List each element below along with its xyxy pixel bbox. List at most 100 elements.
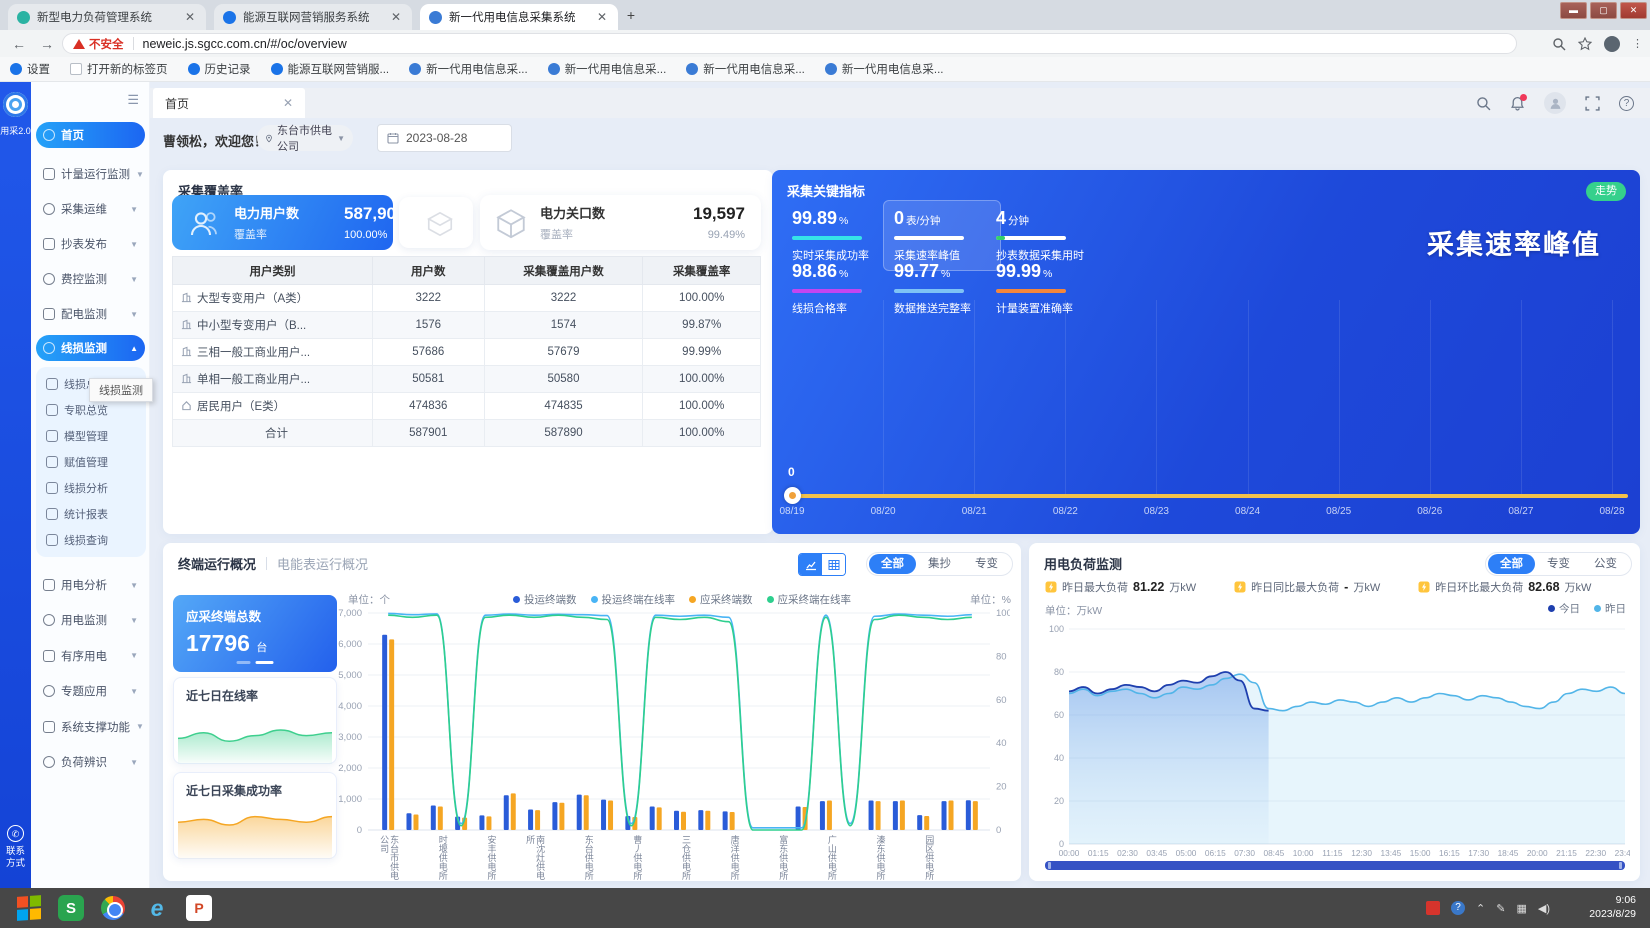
browser-tab-1[interactable]: 能源互联网营销服务系统✕ [214, 4, 412, 30]
trend-button[interactable]: 走势 [1586, 182, 1626, 201]
app-logo-icon[interactable] [3, 92, 28, 117]
table-row: 大型专变用户（A类）32223222100.00% [173, 285, 761, 312]
carousel-dots[interactable] [237, 661, 274, 664]
back-icon[interactable]: ← [10, 35, 28, 53]
table-view-button[interactable] [822, 554, 845, 575]
user-avatar[interactable] [1544, 92, 1566, 114]
metric-value: 4分钟 [996, 208, 1092, 229]
ie-icon[interactable]: e [142, 893, 172, 923]
url-input[interactable]: 不安全 neweic.js.sgcc.com.cn/#/oc/overview [62, 33, 1517, 54]
sidebar-subitem-线损查询[interactable]: 线损查询 [46, 529, 141, 551]
bookmark-item-4[interactable]: 新一代用电信息采... [409, 61, 528, 77]
page-tab-close-icon[interactable]: ✕ [283, 96, 293, 110]
wps-icon[interactable]: S [58, 895, 84, 921]
close-button[interactable]: ✕ [1620, 2, 1647, 19]
timeline-marker[interactable] [784, 487, 801, 504]
org-selector[interactable]: 东台市供电公司 ▼ [257, 125, 353, 151]
success-rate-card[interactable]: 近七日采集成功率 [173, 772, 337, 859]
sidebar-subitem-统计报表[interactable]: 统计报表 [46, 503, 141, 525]
legend-投运终端数[interactable]: 投运终端数 [513, 592, 577, 607]
power-users-card[interactable]: 电力用户数 覆盖率 587,901 100.00% [172, 195, 393, 250]
page-tab-home[interactable]: 首页 ✕ [153, 88, 305, 118]
timeline-date-label: 08/28 [1599, 506, 1624, 517]
terminal-filter-专变[interactable]: 专变 [963, 554, 1010, 574]
bookmark-item-1[interactable]: 打开新的标签页 [70, 61, 168, 77]
tab-meter-overview[interactable]: 电能表运行概况 [277, 554, 368, 573]
tray-volume-icon[interactable]: ◀) [1538, 902, 1550, 915]
ppt-icon[interactable]: P [186, 895, 212, 921]
legend-应采终端在线率[interactable]: 应采终端在线率 [767, 592, 852, 607]
sidebar-item-2[interactable]: 采集运维▼ [36, 196, 145, 222]
tray-network-icon[interactable]: ▦ [1516, 902, 1526, 915]
legend-应采终端数[interactable]: 应采终端数 [689, 592, 753, 607]
gateway-box-icon [494, 206, 528, 240]
sidebar-collapse-icon[interactable]: ☰ [127, 92, 139, 108]
sidebar-item-9[interactable]: 有序用电▼ [36, 643, 145, 669]
taskbar-clock[interactable]: 9:06 2023/8/29 [1589, 893, 1636, 921]
browser-tab-2[interactable]: 新一代用电信息采集系统✕ [420, 4, 618, 30]
sidebar-item-0[interactable]: 首页 [36, 122, 145, 148]
bookmark-item-5[interactable]: 新一代用电信息采... [548, 61, 667, 77]
load-filter-专变[interactable]: 专变 [1535, 554, 1582, 574]
load-stat-昨日环比最大负荷: 昨日环比最大负荷82.68万kW [1418, 579, 1591, 595]
browser-menu-icon[interactable]: ⋮ [1632, 37, 1644, 50]
chart-zoom-slider[interactable] [1045, 861, 1625, 870]
fullscreen-icon[interactable] [1585, 96, 1600, 111]
legend-投运终端在线率[interactable]: 投运终端在线率 [591, 592, 676, 607]
svg-text:00:00: 00:00 [1059, 848, 1080, 858]
sidebar-item-6[interactable]: 线损监测▲ [36, 335, 145, 361]
tab-close-icon[interactable]: ✕ [389, 10, 403, 24]
maximize-button[interactable]: ▢ [1590, 2, 1617, 19]
chrome-icon[interactable] [98, 893, 128, 923]
sidebar-item-8[interactable]: 用电监测▼ [36, 607, 145, 633]
sidebar-item-1[interactable]: 计量运行监测▼ [36, 161, 145, 187]
search-icon[interactable] [1476, 96, 1491, 111]
svg-text:21:15: 21:15 [1556, 848, 1577, 858]
start-button[interactable] [14, 893, 44, 923]
sidebar-subitem-模型管理[interactable]: 模型管理 [46, 425, 141, 447]
terminal-filter-全部[interactable]: 全部 [869, 554, 916, 574]
load-filter-全部[interactable]: 全部 [1488, 554, 1535, 574]
bookmark-item-6[interactable]: 新一代用电信息采... [686, 61, 805, 77]
sidebar-item-10[interactable]: 专题应用▼ [36, 678, 145, 704]
house-icon [181, 400, 192, 411]
date-picker[interactable]: 2023-08-28 [377, 124, 512, 152]
sidebar-subitem-线损分析[interactable]: 线损分析 [46, 477, 141, 499]
bookmark-item-3[interactable]: 能源互联网营销服... [271, 61, 390, 77]
bookmark-item-7[interactable]: 新一代用电信息采... [825, 61, 944, 77]
security-warning[interactable]: 不安全 [73, 36, 124, 52]
terminal-filter-集抄[interactable]: 集抄 [916, 554, 963, 574]
tray-pen-icon[interactable]: ✎ [1496, 902, 1505, 915]
bookmark-item-2[interactable]: 历史记录 [188, 61, 251, 77]
bookmark-star-icon[interactable] [1578, 37, 1592, 51]
sidebar-item-5[interactable]: 配电监测▼ [36, 301, 145, 327]
sidebar-item-11[interactable]: 系统支撑功能▼ [36, 714, 145, 740]
new-tab-button[interactable]: + [622, 7, 640, 25]
sidebar-item-4[interactable]: 费控监测▼ [36, 266, 145, 292]
tab-terminal-overview[interactable]: 终端运行概况 [178, 554, 256, 573]
chart-view-button[interactable] [799, 554, 822, 575]
minimize-button[interactable]: ▬ [1560, 2, 1587, 19]
bookmark-item-0[interactable]: 设置 [10, 61, 50, 77]
power-gateway-card[interactable]: 电力关口数 覆盖率 19,597 99.49% [480, 195, 761, 250]
tray-expand-icon[interactable]: ⌃ [1476, 902, 1485, 915]
browser-tab-0[interactable]: 新型电力负荷管理系统✕ [8, 4, 206, 30]
sidebar-item-12[interactable]: 负荷辨识▼ [36, 749, 145, 775]
sidebar-item-7[interactable]: 用电分析▼ [36, 572, 145, 598]
tray-help-icon[interactable]: ? [1451, 901, 1465, 915]
online-rate-card[interactable]: 近七日在线率 [173, 677, 337, 764]
sidebar-item-3[interactable]: 抄表发布▼ [36, 231, 145, 257]
tray-alert-icon[interactable] [1426, 901, 1440, 915]
help-icon[interactable]: ? [1619, 96, 1634, 111]
zoom-icon[interactable] [1552, 37, 1566, 51]
tab-close-icon[interactable]: ✕ [183, 10, 197, 24]
notifications-bell-icon[interactable] [1510, 96, 1525, 111]
forward-icon[interactable]: → [38, 35, 56, 53]
contact-button[interactable]: ✆ 联系方式 [0, 825, 31, 870]
sidebar-subitem-赋值管理[interactable]: 赋值管理 [46, 451, 141, 473]
load-filter-公变[interactable]: 公变 [1582, 554, 1629, 574]
terminal-total-card[interactable]: 应采终端总数 17796 台 [173, 595, 337, 672]
browser-avatar[interactable] [1604, 36, 1620, 52]
tab-close-icon[interactable]: ✕ [595, 10, 609, 24]
sidebar-subitem-专职总览[interactable]: 专职总览 [46, 399, 141, 421]
